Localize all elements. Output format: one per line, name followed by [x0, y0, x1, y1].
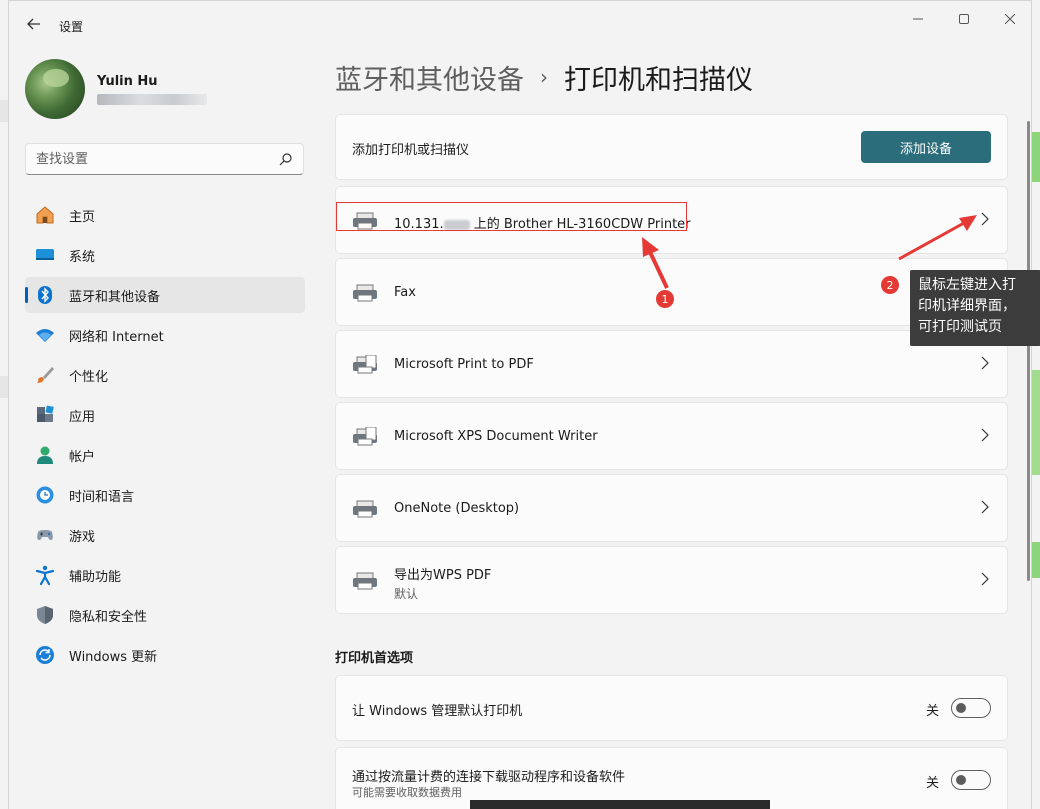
printer-name: Fax	[394, 285, 416, 300]
avatar[interactable]	[25, 59, 85, 119]
background-app-right	[1032, 0, 1040, 809]
apps-icon	[35, 405, 55, 425]
chevron-right-icon	[981, 428, 991, 444]
title-bar: 设置	[9, 1, 1033, 49]
printer-name: Microsoft Print to PDF	[394, 357, 534, 372]
preferences-heading: 打印机首选项	[335, 651, 414, 666]
search-icon[interactable]	[279, 152, 293, 166]
sidebar-item-label: 辅助功能	[69, 569, 122, 585]
printer-name: OneNote (Desktop)	[394, 501, 520, 516]
sidebar-item-home[interactable]: 主页	[25, 197, 305, 233]
pref-label: 通过按流量计费的连接下载驱动程序和设备软件	[352, 770, 626, 785]
background-app-left	[0, 0, 8, 809]
printer-icon	[353, 572, 377, 590]
minimize-icon	[913, 18, 923, 20]
printer-icon	[353, 355, 377, 374]
sidebar-item-gaming[interactable]: 游戏	[25, 517, 305, 553]
back-arrow-icon	[27, 18, 40, 30]
sidebar-item-label: 应用	[69, 409, 96, 425]
globe-clock-icon	[35, 485, 55, 505]
sidebar-item-accounts[interactable]: 帐户	[25, 437, 305, 473]
toggle-state: 关	[925, 704, 939, 719]
search-input[interactable]	[26, 144, 266, 174]
sidebar-item-time-language[interactable]: 时间和语言	[25, 477, 305, 513]
sidebar-item-label: 帐户	[69, 449, 96, 465]
badge-2: 2	[880, 275, 900, 295]
back-button[interactable]	[23, 13, 45, 35]
printer-row-onenote[interactable]: OneNote (Desktop)	[335, 474, 1008, 542]
add-printer-label: 添加打印机或扫描仪	[352, 143, 470, 158]
chevron-right-icon	[981, 356, 991, 372]
annotation-tooltip: 鼠标左键进入打 印机详细界面， 可打印测试页	[910, 270, 1040, 346]
chevron-right-icon	[981, 212, 991, 228]
person-icon	[35, 445, 55, 465]
sidebar-item-label: 网络和 Internet	[69, 329, 164, 345]
close-icon	[1005, 14, 1015, 24]
sidebar-item-label: 主页	[69, 209, 96, 225]
printer-icon	[353, 500, 377, 518]
wifi-icon	[35, 325, 55, 345]
add-printer-card: 添加打印机或扫描仪 添加设备	[335, 114, 1008, 180]
app-title: 设置	[59, 20, 84, 34]
default-printer-toggle[interactable]	[951, 698, 991, 718]
update-icon	[35, 645, 55, 665]
gamepad-icon	[35, 525, 55, 545]
minimize-button[interactable]	[895, 9, 941, 29]
sidebar-item-label: 个性化	[69, 369, 109, 385]
printer-row-wps-pdf[interactable]: 导出为WPS PDF 默认	[335, 546, 1008, 614]
printer-name: Microsoft XPS Document Writer	[394, 429, 598, 444]
close-button[interactable]	[987, 9, 1033, 29]
home-icon	[35, 205, 55, 225]
highlight-box	[336, 202, 687, 231]
sidebar-item-bluetooth[interactable]: 蓝牙和其他设备	[25, 277, 305, 313]
sidebar-item-label: 游戏	[69, 529, 96, 545]
printer-row-xps[interactable]: Microsoft XPS Document Writer	[335, 402, 1008, 470]
breadcrumb-separator: ›	[540, 65, 548, 89]
search-box	[25, 143, 304, 175]
pref-label: 让 Windows 管理默认打印机	[352, 704, 523, 719]
sidebar-item-label: 系统	[69, 249, 96, 265]
sidebar-item-label: Windows 更新	[69, 649, 158, 665]
chevron-right-icon	[981, 572, 991, 588]
monitor-icon	[35, 245, 55, 265]
page-title: 打印机和扫描仪	[564, 64, 753, 96]
default-badge: 默认	[394, 587, 419, 601]
metered-download-toggle[interactable]	[951, 770, 991, 790]
add-device-button[interactable]: 添加设备	[861, 131, 991, 163]
chevron-right-icon	[981, 500, 991, 516]
shield-icon	[35, 605, 55, 625]
printer-icon	[353, 284, 377, 302]
user-email-redacted	[97, 94, 207, 105]
accessibility-icon	[35, 565, 55, 585]
breadcrumb-parent[interactable]: 蓝牙和其他设备	[335, 58, 524, 97]
sidebar-item-label: 隐私和安全性	[69, 609, 148, 625]
sidebar-item-label: 蓝牙和其他设备	[69, 289, 161, 305]
sidebar-item-label: 时间和语言	[69, 489, 135, 505]
sidebar-item-windows-update[interactable]: Windows 更新	[25, 637, 305, 673]
printer-name: 导出为WPS PDF	[394, 568, 492, 583]
sidebar-nav: 主页 系统 蓝牙和其他设备 网络和 Internet 个性化 应用 帐户 时间和…	[25, 197, 305, 677]
badge-1: 1	[655, 289, 675, 309]
settings-window: 设置 Yulin Hu 主页 系统	[8, 0, 1040, 809]
sidebar-item-accessibility[interactable]: 辅助功能	[25, 557, 305, 593]
brush-icon	[35, 365, 55, 385]
breadcrumb: 蓝牙和其他设备 › 打印机和扫描仪	[335, 57, 753, 97]
toggle-state: 关	[925, 776, 939, 791]
printer-row-pdf[interactable]: Microsoft Print to PDF	[335, 330, 1008, 398]
sidebar-item-network[interactable]: 网络和 Internet	[25, 317, 305, 353]
sidebar-item-system[interactable]: 系统	[25, 237, 305, 273]
maximize-button[interactable]	[941, 9, 987, 29]
sidebar-item-privacy[interactable]: 隐私和安全性	[25, 597, 305, 633]
pref-row-default-printer: 让 Windows 管理默认打印机 关	[335, 675, 1008, 741]
user-name: Yulin Hu	[97, 74, 158, 89]
printer-icon	[353, 427, 377, 446]
sidebar-item-personalization[interactable]: 个性化	[25, 357, 305, 393]
sidebar-item-apps[interactable]: 应用	[25, 397, 305, 433]
background-taskbar	[470, 800, 770, 809]
bluetooth-icon	[35, 285, 55, 305]
pref-sublabel: 可能需要收取数据费用	[352, 786, 462, 799]
scrollbar[interactable]	[1027, 121, 1031, 801]
scrollbar-thumb[interactable]	[1027, 121, 1030, 581]
maximize-icon	[959, 14, 969, 24]
